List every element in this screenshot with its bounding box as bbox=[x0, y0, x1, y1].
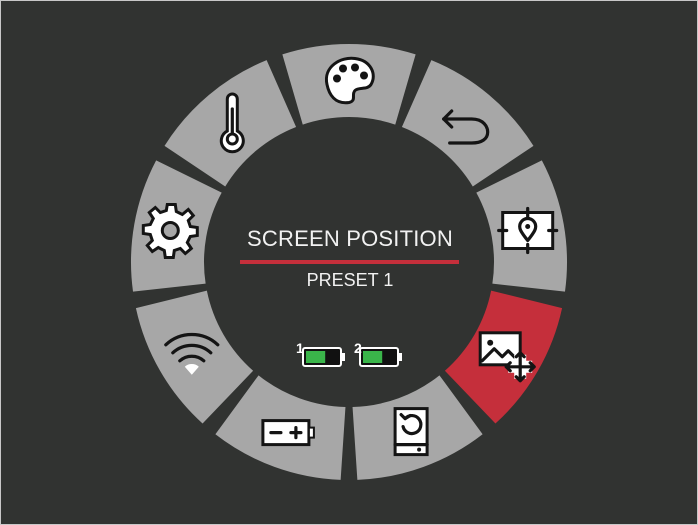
battery-indicator-2 bbox=[359, 347, 402, 367]
menu-segment-palette[interactable] bbox=[282, 44, 416, 125]
battery-indicator-1 bbox=[302, 347, 345, 367]
menu-title: SCREEN POSITION bbox=[247, 226, 453, 251]
menu-segment-screen-position[interactable] bbox=[444, 290, 563, 424]
title-underline bbox=[240, 260, 459, 264]
menu-segment-battery[interactable] bbox=[215, 375, 346, 480]
menu-subtitle: PRESET 1 bbox=[306, 270, 394, 290]
map-pin-frame-icon bbox=[497, 206, 559, 255]
menu-segment-temperature[interactable] bbox=[164, 60, 297, 187]
menu-segment-settings[interactable] bbox=[131, 160, 222, 292]
menu-segment-reset[interactable] bbox=[352, 375, 483, 480]
menu-segment-location[interactable] bbox=[476, 160, 567, 292]
menu-segment-wifi[interactable] bbox=[135, 290, 254, 424]
segment-shape bbox=[401, 60, 534, 187]
battery-charge-icon bbox=[261, 419, 315, 447]
gear-icon bbox=[141, 203, 199, 259]
battery-2-label: 2 bbox=[354, 340, 362, 356]
battery-1-label: 1 bbox=[296, 340, 304, 356]
menu-segment-back[interactable] bbox=[401, 60, 534, 187]
device-reset-icon bbox=[393, 407, 429, 457]
